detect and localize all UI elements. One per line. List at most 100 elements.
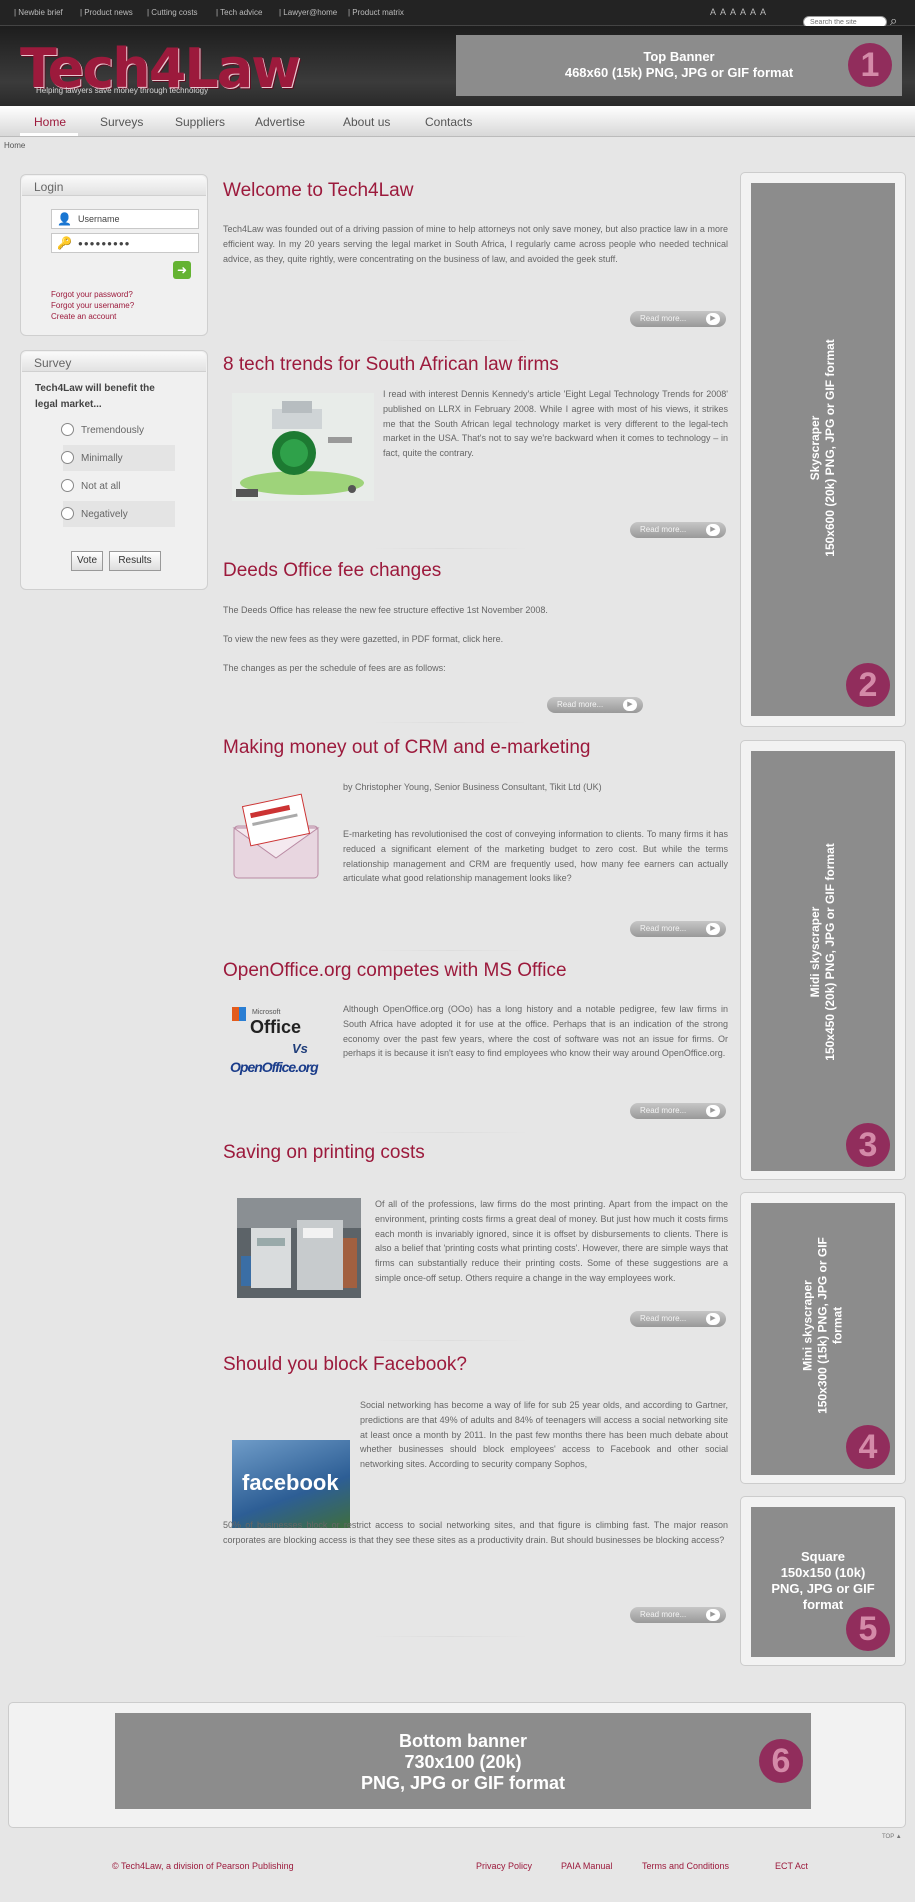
survey-option-label: Minimally [81,453,123,464]
ad-slot-number-badge: 1 [848,43,892,87]
toplink-lawyer-at-home[interactable]: | Lawyer@home [279,8,337,17]
read-more-button[interactable]: Read more... ▶ [547,697,643,713]
username-field[interactable]: 👤 Username [51,209,199,229]
font-size-button[interactable]: A [760,7,766,17]
article-title[interactable]: Should you block Facebook? [223,1354,467,1376]
nav-surveys[interactable]: Surveys [100,115,143,129]
read-more-label: Read more... [640,1106,687,1115]
skyscraper-ad-label: Skyscraper 150x600 (20k) PNG, JPG or GIF… [808,276,838,620]
article-thumbnail-robot[interactable] [232,393,374,501]
article-title[interactable]: 8 tech trends for South African law firm… [223,354,559,376]
toplink-product-news[interactable]: | Product news [80,8,133,17]
toplink-product-matrix[interactable]: | Product matrix [348,8,404,17]
article-title[interactable]: Deeds Office fee changes [223,560,441,582]
create-account-link[interactable]: Create an account [51,312,116,321]
article-body: Of all of the professions, law firms do … [375,1199,728,1283]
toplink-cutting-costs[interactable]: | Cutting costs [147,8,198,17]
footer-link-ect-act[interactable]: ECT Act [775,1861,808,1871]
square-ad-frame: Square 150x150 (10k) PNG, JPG or GIF for… [740,1496,906,1666]
radio-button[interactable] [61,423,74,436]
article-title[interactable]: Welcome to Tech4Law [223,180,413,202]
article-divider [370,1636,530,1637]
forgot-username-link[interactable]: Forgot your username? [51,301,134,310]
font-size-button[interactable]: A [720,7,726,17]
read-more-label: Read more... [640,924,687,933]
article-title[interactable]: Making money out of CRM and e-marketing [223,737,591,759]
top-banner-ad[interactable]: Top Banner 468x60 (15k) PNG, JPG or GIF … [456,35,902,96]
ad-title: Bottom banner [399,1731,527,1751]
ad-slot-number-badge: 5 [846,1607,890,1651]
ad-title: Square [800,1549,846,1564]
read-more-button[interactable]: Read more... ▶ [630,311,726,327]
radio-button[interactable] [61,479,74,492]
nav-suppliers[interactable]: Suppliers [175,115,225,129]
skyscraper-ad[interactable]: Skyscraper 150x600 (20k) PNG, JPG or GIF… [751,183,895,716]
read-more-button[interactable]: Read more... ▶ [630,1311,726,1327]
article-title[interactable]: OpenOffice.org competes with MS Office [223,960,567,982]
footer-link-paia[interactable]: PAIA Manual [561,1861,612,1871]
username-value: Username [78,214,120,224]
mini-skyscraper-ad[interactable]: Mini skyscraper 150x300 (15k) PNG, JPG o… [751,1203,895,1475]
nav-contacts[interactable]: Contacts [425,115,472,129]
arrow-right-icon: ➜ [176,263,188,277]
square-ad[interactable]: Square 150x150 (10k) PNG, JPG or GIF for… [751,1507,895,1657]
midi-skyscraper-ad[interactable]: Midi skyscraper 150x450 (20k) PNG, JPG o… [751,751,895,1171]
password-field[interactable]: 🔑 ●●●●●●●●● [51,233,199,253]
article-paragraph[interactable]: To view the new fees as they were gazett… [223,632,728,647]
read-more-button[interactable]: Read more... ▶ [630,1607,726,1623]
radio-button[interactable] [61,507,74,520]
read-more-button[interactable]: Read more... ▶ [630,522,726,538]
breadcrumb[interactable]: Home [4,141,25,150]
top-banner-title: Top Banner [643,49,715,64]
article-body: Although OpenOffice.org (OOo) has a long… [343,1004,728,1059]
ad-spec: PNG, JPG or GIF format [360,1773,566,1793]
article-divider [370,950,530,951]
forgot-password-link[interactable]: Forgot your password? [51,290,133,299]
arrow-right-icon: ▶ [706,923,720,935]
logo-vs-text: Vs [292,1041,308,1056]
active-tab-indicator [20,133,78,136]
ad-slot-number-badge: 6 [759,1739,803,1783]
read-more-button[interactable]: Read more... ▶ [630,1103,726,1119]
facebook-thumbnail[interactable]: facebook [232,1440,350,1528]
article-title[interactable]: Saving on printing costs [223,1142,425,1164]
office-vs-openoffice-logo[interactable]: Microsoft Office Vs OpenOffice.org [230,1003,330,1085]
toplink-newbie-brief[interactable]: | Newbie brief [14,8,63,17]
font-size-button[interactable]: A [750,7,756,17]
mini-skyscraper-ad-label: Mini skyscraper 150x300 (15k) PNG, JPG o… [801,1194,846,1458]
nav-home[interactable]: Home [34,115,66,129]
survey-option[interactable]: Tremendously [61,417,175,443]
site-tagline: Helping lawyers save money through techn… [36,86,209,95]
logo-openoffice-text: OpenOffice.org [230,1059,319,1075]
read-more-button[interactable]: Read more... ▶ [630,921,726,937]
survey-option[interactable]: Minimally [61,445,175,471]
survey-option[interactable]: Negatively [61,501,175,527]
survey-option[interactable]: Not at all [61,473,175,499]
toplink-tech-advice[interactable]: | Tech advice [216,8,262,17]
radio-button[interactable] [61,451,74,464]
bottom-banner-ad[interactable]: Bottom banner 730x100 (20k) PNG, JPG or … [115,1713,811,1809]
footer-link-privacy[interactable]: Privacy Policy [476,1861,532,1871]
envelope-thumbnail[interactable] [226,792,326,882]
site-header: Tech4Law Helping lawyers save money thro… [0,26,915,106]
font-size-button[interactable]: A [730,7,736,17]
printer-office-thumbnail[interactable] [237,1198,361,1298]
login-submit-button[interactable]: ➜ [173,261,191,279]
survey-question: Tech4Law will benefit the legal market..… [35,383,155,410]
arrow-right-icon: ▶ [706,524,720,536]
back-to-top-link[interactable]: TOP ▲ [882,1834,902,1840]
font-size-button[interactable]: A [740,7,746,17]
login-box: Login 👤 Username 🔑 ●●●●●●●●● ➜ Forgot yo… [20,174,208,336]
login-title: Login [22,176,206,196]
midi-skyscraper-ad-label: Midi skyscraper 150x450 (20k) PNG, JPG o… [808,780,838,1124]
key-icon: 🔑 [57,236,72,250]
vote-button[interactable]: Vote [71,551,103,571]
font-size-button[interactable]: A [710,7,716,17]
password-value: ●●●●●●●●● [78,239,131,248]
results-button[interactable]: Results [109,551,161,571]
arrow-right-icon: ▶ [706,313,720,325]
ad-spec: PNG, JPG or GIF [771,1581,875,1596]
footer-link-terms[interactable]: Terms and Conditions [642,1861,729,1871]
nav-about-us[interactable]: About us [343,115,390,129]
nav-advertise[interactable]: Advertise [255,115,305,129]
